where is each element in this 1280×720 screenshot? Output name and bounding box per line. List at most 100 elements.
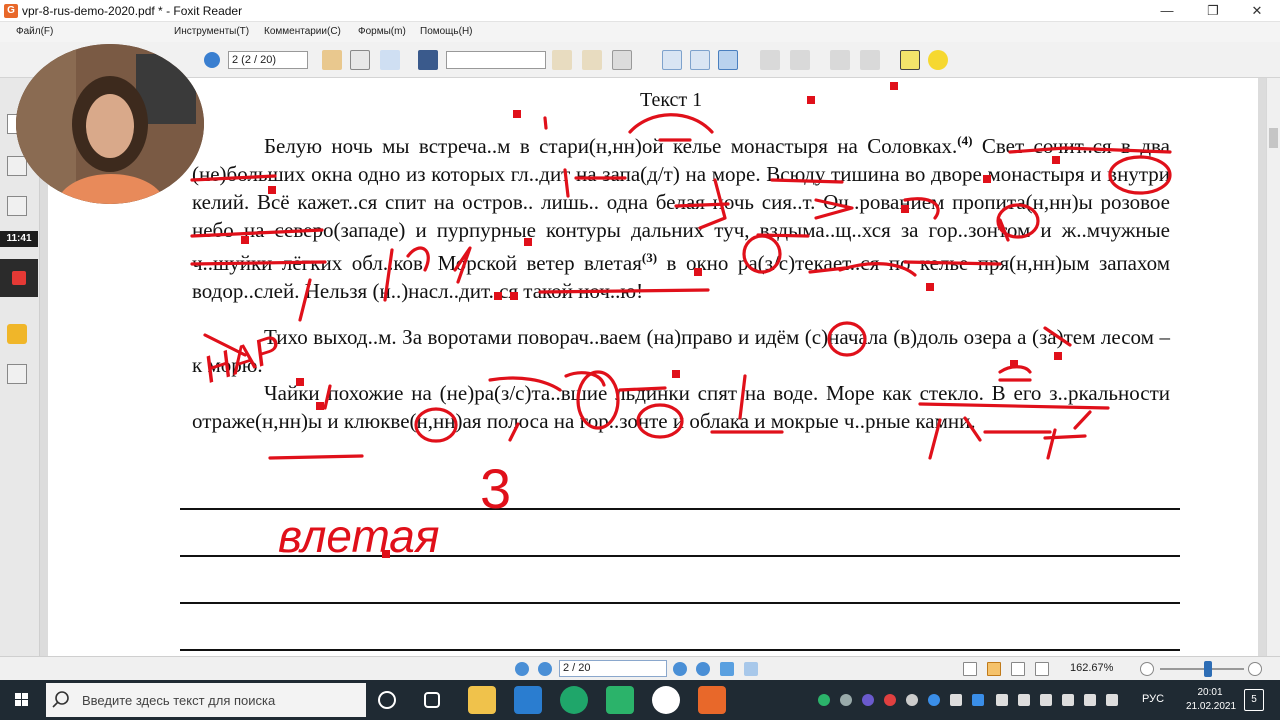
binoculars-icon[interactable] <box>418 50 438 70</box>
foxit-reader-taskbar-icon[interactable] <box>698 686 726 714</box>
fit-page-icon[interactable] <box>690 50 710 70</box>
search-icon <box>52 691 69 708</box>
answer-line <box>180 555 1180 557</box>
edit-document-icon[interactable] <box>612 50 632 70</box>
paragraph-2: Тихо выход..м. За воротами поворач..ваем… <box>192 325 1170 377</box>
go-back-icon[interactable] <box>720 662 734 676</box>
menu-bar: Файл(F) Инструменты(T) Комментарии(C) Фо… <box>0 22 1280 42</box>
previous-page-icon[interactable] <box>538 662 552 676</box>
webcam-overlay <box>16 44 204 204</box>
attachments-panel-icon[interactable] <box>7 196 27 216</box>
zoom-slider[interactable] <box>1160 668 1244 670</box>
security-lock-icon[interactable] <box>7 324 27 344</box>
typewriter-icon[interactable] <box>900 50 920 70</box>
zoom-in-icon[interactable] <box>1248 662 1262 676</box>
continuous-facing-icon[interactable] <box>1035 662 1049 676</box>
find-prev-icon[interactable] <box>552 50 572 70</box>
find-next-icon[interactable] <box>582 50 602 70</box>
clock-date: 21.02.2021 <box>1186 701 1237 712</box>
pdf-sign-icon[interactable] <box>830 50 850 70</box>
file-explorer-icon[interactable] <box>468 686 496 714</box>
status-page-input[interactable]: 2 / 20 <box>559 660 667 677</box>
zoom-slider-thumb[interactable] <box>1204 661 1212 677</box>
zoom-level[interactable]: 162.67% <box>1070 662 1113 674</box>
select-text-icon[interactable] <box>350 50 370 70</box>
clock-time: 20:01 <box>1197 687 1223 698</box>
volume-icon[interactable] <box>996 694 1008 706</box>
actual-size-icon[interactable] <box>662 50 682 70</box>
create-pdf-icon[interactable] <box>760 50 780 70</box>
cortana-icon[interactable] <box>378 691 396 709</box>
tray-app-icon[interactable] <box>950 694 962 706</box>
start-button[interactable] <box>0 680 44 720</box>
select-pointer-icon[interactable] <box>380 50 400 70</box>
tray-app-icon[interactable] <box>862 694 874 706</box>
paragraph-1-note: (4) <box>957 133 973 148</box>
export-pdf-icon[interactable] <box>790 50 810 70</box>
taskbar-search[interactable]: Введите здесь текст для поиска <box>46 683 366 717</box>
yandex-browser-icon[interactable] <box>652 686 680 714</box>
bookmarks-panel-icon[interactable] <box>7 156 27 176</box>
bluetooth-icon[interactable] <box>972 694 984 706</box>
note-icon[interactable] <box>928 50 948 70</box>
single-page-icon[interactable] <box>963 662 977 676</box>
network-icon[interactable] <box>1018 694 1030 706</box>
close-button[interactable]: ✕ <box>1234 0 1280 22</box>
scrollbar-thumb[interactable] <box>1269 128 1278 148</box>
next-page-icon[interactable] <box>204 52 220 68</box>
document-title: Текст 1 <box>640 89 703 111</box>
paragraph-1-note2: (3) <box>641 250 658 265</box>
security-app-icon[interactable] <box>606 686 634 714</box>
tray-app-icon[interactable] <box>1106 694 1118 706</box>
next-page-icon[interactable] <box>673 662 687 676</box>
keyboard-icon[interactable] <box>1062 694 1074 706</box>
language-indicator[interactable]: РУС <box>1142 693 1164 705</box>
answer-line <box>180 649 1180 651</box>
stop-recording-button[interactable] <box>0 259 38 297</box>
tray-app-icon[interactable] <box>928 694 940 706</box>
vertical-scrollbar[interactable] <box>1266 78 1280 656</box>
continuous-page-icon[interactable] <box>987 662 1001 676</box>
signature-panel-icon[interactable] <box>7 364 27 384</box>
first-page-icon[interactable] <box>515 662 529 676</box>
menu-comments[interactable]: Комментарии(C) <box>264 26 341 37</box>
menu-help[interactable]: Помощь(H) <box>420 26 473 37</box>
find-input[interactable] <box>446 51 546 69</box>
tray-app-icon[interactable] <box>884 694 896 706</box>
search-placeholder: Введите здесь текст для поиска <box>82 693 276 708</box>
hand-tool-icon[interactable] <box>322 50 342 70</box>
last-page-icon[interactable] <box>696 662 710 676</box>
clock[interactable]: 20:01 21.02.2021 <box>1186 686 1237 714</box>
menu-tools[interactable]: Инструменты(T) <box>174 26 249 37</box>
windows-logo-icon <box>15 693 28 706</box>
zoom-out-icon[interactable] <box>1140 662 1154 676</box>
presenter-avatar <box>16 44 204 204</box>
page-number-input[interactable]: 2 (2 / 20) <box>228 51 308 69</box>
status-bar: 2 / 20 162.67% <box>0 656 1280 680</box>
tray-app-icon[interactable] <box>840 694 852 706</box>
paragraph-1: Белую ночь мы встреча..м в стари(н,нн)ой… <box>192 127 1170 305</box>
facing-page-icon[interactable] <box>1011 662 1025 676</box>
battery-icon[interactable] <box>1040 694 1052 706</box>
toolbar: 2 (2 / 20) <box>0 42 1280 78</box>
recording-timer: 11:41 <box>0 231 38 247</box>
foxit-logo-icon: G <box>4 4 18 18</box>
mail-icon[interactable] <box>514 686 542 714</box>
fit-width-icon[interactable] <box>718 50 738 70</box>
tray-shield-icon[interactable] <box>818 694 830 706</box>
tray-app-icon[interactable] <box>906 694 918 706</box>
tray-app-icon[interactable] <box>1084 694 1096 706</box>
minimize-button[interactable]: — <box>1144 0 1190 22</box>
pdf-pages-icon[interactable] <box>860 50 880 70</box>
maximize-button[interactable]: ❐ <box>1190 0 1236 22</box>
title-bar: G vpr-8-rus-demo-2020.pdf * - Foxit Read… <box>0 0 1280 22</box>
menu-forms[interactable]: Формы(m) <box>358 26 406 37</box>
notifications-button[interactable]: 5 <box>1244 689 1264 711</box>
paragraph-1-text: Белую ночь мы встреча..м в стари(н,нн)ой… <box>264 134 958 158</box>
task-view-icon[interactable] <box>424 692 440 708</box>
paragraph-3: Чайки похожие на (не)ра(з/с)та..вшие льд… <box>192 381 1170 433</box>
edge-icon[interactable] <box>560 686 588 714</box>
go-forward-icon[interactable] <box>744 662 758 676</box>
answer-line <box>180 508 1180 510</box>
menu-file[interactable]: Файл(F) <box>16 26 53 37</box>
